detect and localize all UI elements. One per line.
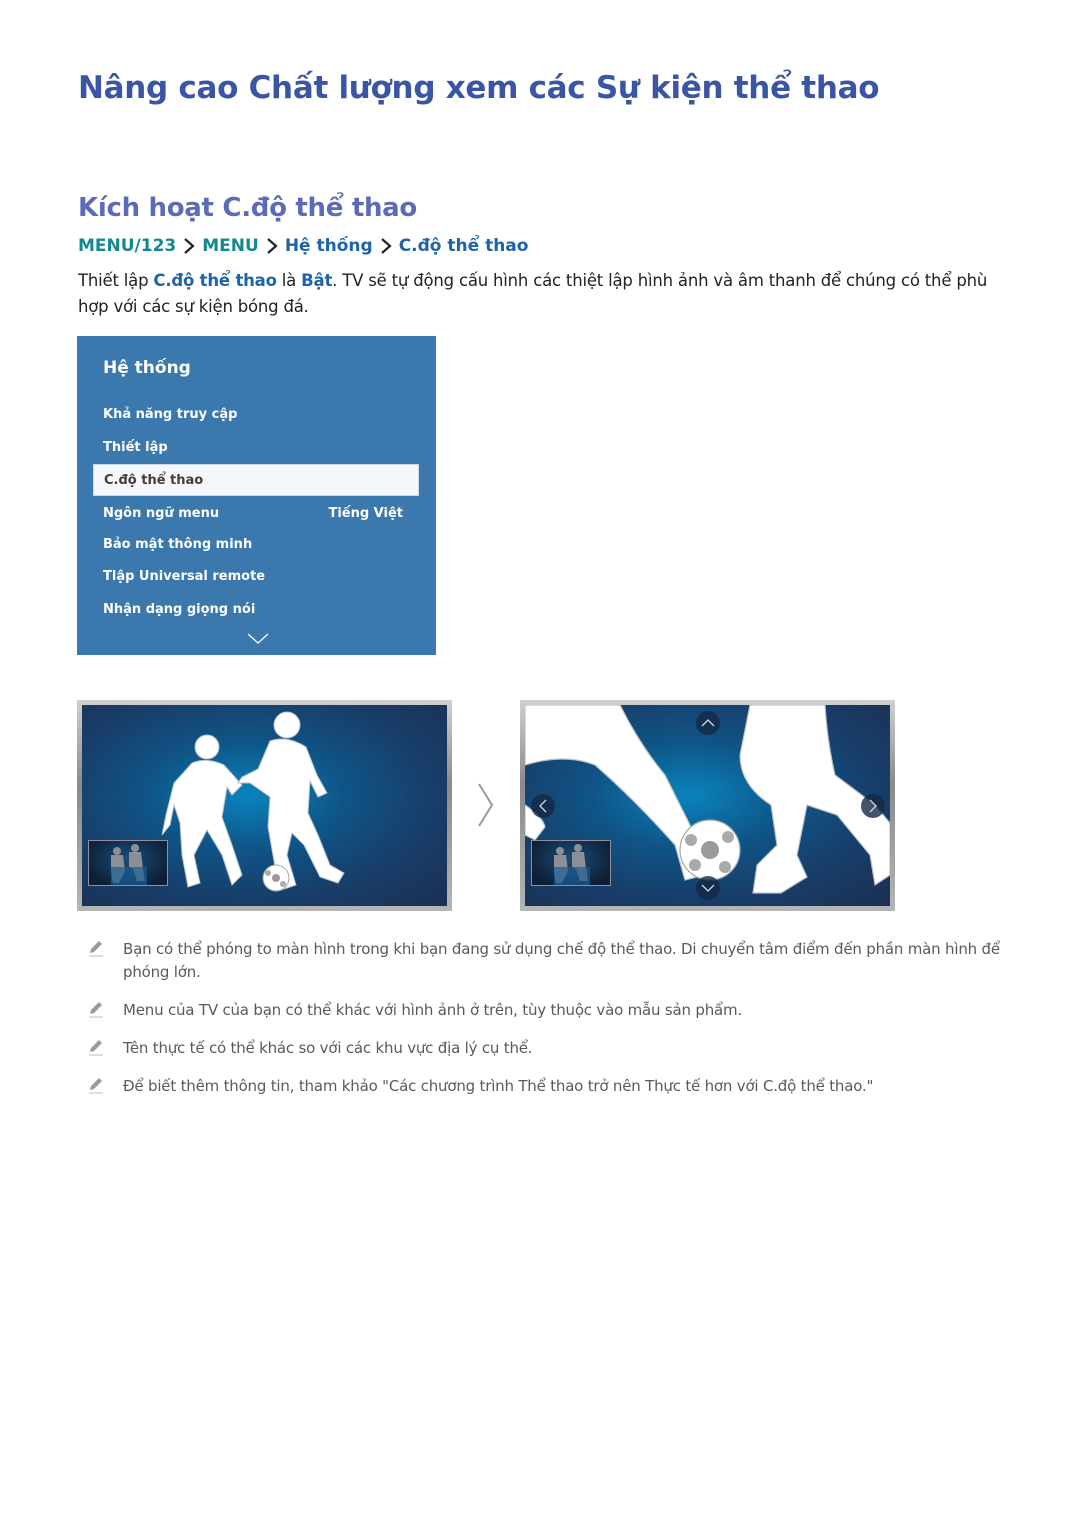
- menu-item-label: Nhận dạng giọng nói: [103, 601, 256, 617]
- note-text: Bạn có thể phóng to màn hình trong khi b…: [123, 940, 1000, 981]
- chevron-up-icon[interactable]: [696, 711, 720, 735]
- note-text: Tên thực tế có thể khác so với các khu v…: [123, 1039, 533, 1057]
- intro-sports-mode: C.độ thể thao: [153, 271, 277, 290]
- menu-title: Hệ thống: [103, 358, 191, 378]
- menu-item-universal-remote[interactable]: Tlập Universal remote: [93, 560, 419, 592]
- note-item: Bạn có thể phóng to màn hình trong khi b…: [86, 938, 1006, 984]
- pencil-icon: [89, 1040, 103, 1056]
- menu-item-menu-language[interactable]: Ngôn ngữ menu Tiếng Việt: [93, 497, 419, 529]
- menu-item-value: Tiếng Việt: [328, 505, 403, 521]
- menu-item-label: Bảo mật thông minh: [103, 536, 253, 552]
- chevron-right-icon[interactable]: [861, 794, 885, 818]
- menu-item-label: C.độ thể thao: [104, 472, 204, 488]
- menu-item-voice-recognition[interactable]: Nhận dạng giọng nói: [93, 593, 419, 625]
- pencil-icon: [89, 1002, 103, 1018]
- chevron-down-icon[interactable]: [696, 876, 720, 900]
- tv-system-menu: Hệ thống Khả năng truy cập Thiết lập C.đ…: [77, 336, 436, 655]
- chevron-right-icon: [267, 238, 278, 254]
- menu-item-setup[interactable]: Thiết lập: [93, 431, 419, 463]
- menu-item-accessibility[interactable]: Khả năng truy cập: [93, 398, 419, 430]
- note-text: Menu của TV của bạn có thể khác với hình…: [123, 1001, 742, 1019]
- tv-zoomed-view: [520, 700, 895, 911]
- note-text: Để biết thêm thông tin, tham khảo "Các c…: [123, 1077, 874, 1095]
- tv-normal-view: [77, 700, 452, 911]
- pencil-icon: [89, 1078, 103, 1094]
- menu-item-sports-mode[interactable]: C.độ thể thao: [93, 464, 419, 496]
- intro-text: là: [276, 271, 302, 290]
- menu-item-label: Khả năng truy cập: [103, 406, 238, 422]
- intro-on: Bật: [301, 271, 333, 290]
- intro-paragraph: Thiết lập C.độ thể thao là Bật. TV sẽ tự…: [78, 268, 1008, 320]
- breadcrumb: MENU/123 MENU Hệ thống C.độ thể thao: [78, 236, 528, 256]
- note-item: Tên thực tế có thể khác so với các khu v…: [86, 1037, 1006, 1060]
- menu-item-label: Tlập Universal remote: [103, 568, 266, 584]
- chevron-left-icon[interactable]: [531, 794, 555, 818]
- breadcrumb-item-system: Hệ thống: [284, 236, 373, 256]
- section-title: Kích hoạt C.độ thể thao: [78, 193, 417, 223]
- intro-text: Thiết lập: [78, 271, 154, 290]
- chevron-right-icon: [380, 238, 392, 254]
- note-item: Menu của TV của bạn có thể khác với hình…: [86, 999, 1006, 1022]
- chevron-right-icon: [478, 783, 494, 827]
- pip-thumbnail: [88, 840, 168, 886]
- pip-thumbnail: [531, 840, 611, 886]
- menu-item-smart-security[interactable]: Bảo mật thông minh: [93, 528, 419, 560]
- pencil-icon: [89, 941, 103, 957]
- chevron-down-icon[interactable]: [247, 632, 269, 646]
- menu-item-label: Thiết lập: [103, 439, 168, 455]
- note-item: Để biết thêm thông tin, tham khảo "Các c…: [86, 1075, 1006, 1098]
- breadcrumb-item-menu123: MENU/123: [78, 236, 177, 256]
- menu-item-label: Ngôn ngữ menu: [103, 505, 220, 521]
- breadcrumb-item-sports-mode: C.độ thể thao: [398, 236, 529, 256]
- chevron-right-icon: [184, 238, 195, 254]
- page-title: Nâng cao Chất lượng xem các Sự kiện thể …: [78, 70, 880, 106]
- football-players-image: [82, 705, 447, 906]
- breadcrumb-item-menu: MENU: [202, 236, 259, 256]
- football-players-zoomed-image: [525, 705, 890, 906]
